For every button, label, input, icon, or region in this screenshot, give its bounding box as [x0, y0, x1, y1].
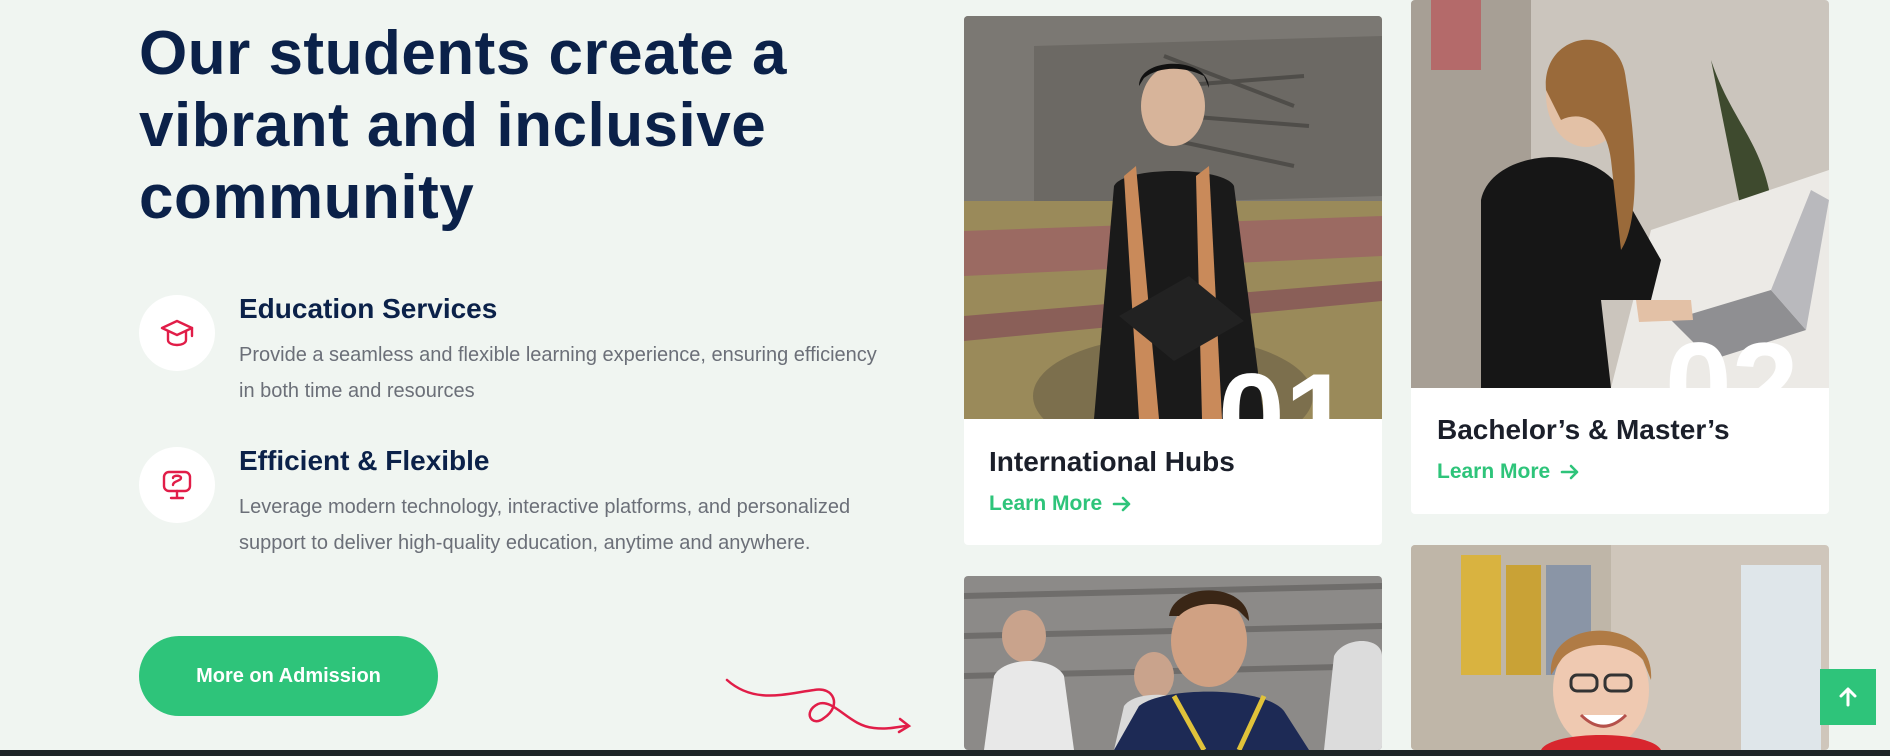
- program-card-sports[interactable]: [964, 576, 1382, 750]
- card-photo-smiling-student: [1411, 545, 1829, 750]
- arrow-right-icon: [1112, 496, 1131, 512]
- arrow-right-icon: [1560, 464, 1579, 480]
- graduation-cap-icon: [160, 319, 194, 347]
- learn-more-link[interactable]: Learn More: [989, 492, 1132, 516]
- card-photo-graduate: 01: [964, 16, 1382, 419]
- learn-more-label: Learn More: [989, 492, 1103, 515]
- feature-description: Provide a seamless and flexible learning…: [239, 344, 877, 402]
- card-photo-basketball: [964, 576, 1382, 750]
- program-card-international-hubs[interactable]: 01 International Hubs Learn More: [964, 16, 1382, 545]
- more-on-admission-button[interactable]: More on Admission: [139, 636, 438, 716]
- card-number: 01: [1218, 349, 1352, 419]
- card-photo-student-laptop: 02: [1411, 0, 1829, 388]
- monitor-icon: [162, 470, 192, 500]
- heading-line-3: community: [139, 163, 475, 232]
- feature-icon-circle: [139, 295, 215, 371]
- learn-more-label: Learn More: [1437, 460, 1551, 483]
- heading-line-1: Our students create a: [139, 19, 787, 88]
- feature-title: Education Services: [239, 293, 498, 324]
- scroll-to-top-button[interactable]: [1820, 669, 1876, 725]
- learn-more-link[interactable]: Learn More: [1437, 460, 1580, 484]
- program-card-bachelors-masters[interactable]: 02 Bachelor’s & Master’s Learn More: [1411, 0, 1829, 514]
- card-title: Bachelor’s & Master’s: [1437, 414, 1730, 445]
- decorative-squiggle-arrow: [725, 678, 912, 734]
- feature-description: Leverage modern technology, interactive …: [239, 496, 851, 554]
- section-heading: Our students create a vibrant and inclus…: [139, 18, 899, 234]
- card-number: 02: [1665, 318, 1799, 388]
- card-title: International Hubs: [989, 446, 1235, 477]
- heading-line-2: vibrant and inclusive: [139, 91, 767, 160]
- program-card-student-life[interactable]: [1411, 545, 1829, 750]
- bottom-edge-bar: [0, 750, 1890, 756]
- feature-title: Efficient & Flexible: [239, 445, 490, 476]
- feature-icon-circle: [139, 447, 215, 523]
- arrow-up-icon: [1839, 687, 1857, 707]
